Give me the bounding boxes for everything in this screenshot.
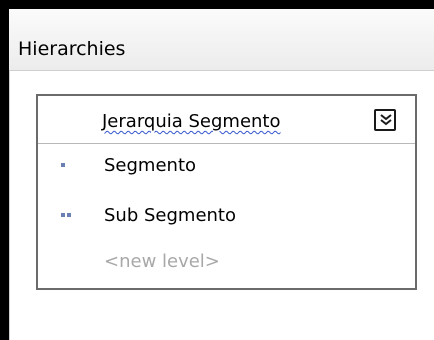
- new-level-row[interactable]: <new level>: [38, 244, 415, 284]
- hierarchy-box[interactable]: Jerarquia Segmento Segmento Sub Segmento…: [36, 94, 417, 290]
- level-depth-icon: [61, 213, 73, 219]
- hierarchy-header[interactable]: Jerarquia Segmento: [38, 96, 415, 144]
- level-row[interactable]: Segmento: [38, 148, 415, 188]
- double-chevron-down-icon: [380, 114, 392, 126]
- hierarchies-panel-header: Hierarchies: [9, 9, 434, 71]
- level-label: Sub Segmento: [104, 205, 236, 226]
- new-level-placeholder[interactable]: <new level>: [104, 250, 220, 274]
- panel-title: Hierarchies: [18, 38, 126, 60]
- level-label: Segmento: [104, 155, 197, 176]
- level-depth-icon: [61, 163, 67, 169]
- level-row[interactable]: Sub Segmento: [38, 198, 415, 238]
- hierarchy-name[interactable]: Jerarquia Segmento: [102, 110, 281, 134]
- collapse-button[interactable]: [374, 109, 396, 131]
